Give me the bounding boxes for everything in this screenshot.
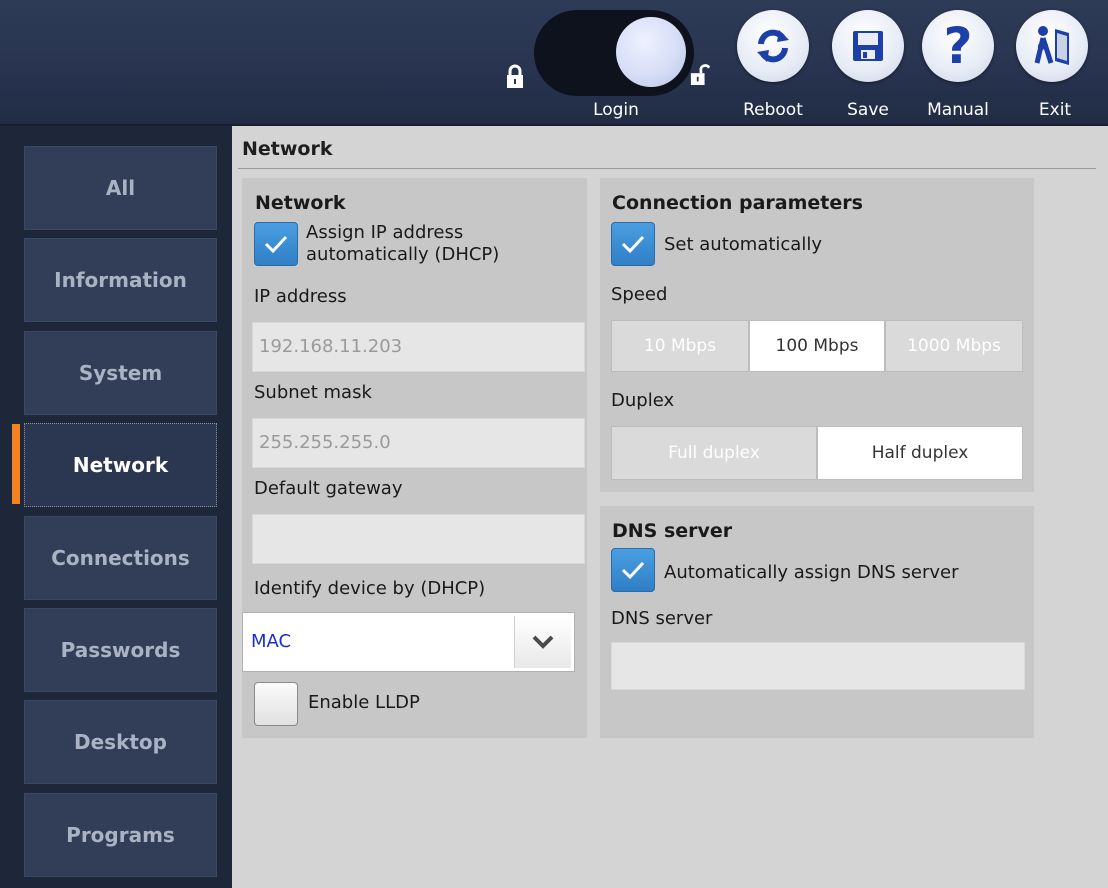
sidebar-item-network[interactable]: Network — [24, 423, 217, 507]
login-toggle-knob[interactable] — [616, 17, 686, 87]
reboot-button[interactable] — [737, 10, 809, 82]
checkmark-icon — [621, 235, 645, 254]
exit-label: Exit — [1038, 100, 1072, 120]
dns-panel: DNS server Automatically assign DNS serv… — [600, 506, 1034, 738]
reboot-icon — [757, 29, 789, 63]
lock-closed-icon — [507, 64, 523, 88]
sidebar-item-all[interactable]: All — [24, 146, 217, 230]
sidebar-item-passwords[interactable]: Passwords — [24, 608, 217, 692]
exit-icon — [1034, 26, 1069, 65]
speed-label: Speed — [611, 284, 668, 305]
dns-server-label: DNS server — [611, 608, 713, 629]
identify-device-select[interactable]: MAC — [242, 612, 575, 672]
subnet-mask-field[interactable]: 255.255.255.0 — [252, 418, 585, 468]
connection-panel: Connection parameters Set automatically … — [600, 178, 1034, 492]
sidebar-item-desktop[interactable]: Desktop — [24, 700, 217, 784]
title-divider — [238, 168, 1096, 169]
sidebar-item-system[interactable]: System — [24, 331, 217, 415]
connection-auto-label: Set automatically — [664, 234, 822, 255]
half-duplex-button[interactable]: Half duplex — [817, 426, 1023, 480]
connection-auto-checkbox[interactable] — [611, 222, 655, 266]
dhcp-label: Assign IP address automatically (DHCP) — [306, 222, 500, 265]
sidebar-item-information[interactable]: Information — [24, 238, 217, 322]
speed-10-button[interactable]: 10 Mbps — [611, 320, 749, 372]
sidebar-item-connections[interactable]: Connections — [24, 516, 217, 600]
top-toolbar: Login Reboot Save ? Manual Exit — [0, 0, 1108, 126]
default-gateway-field[interactable] — [252, 514, 585, 564]
subnet-mask-label: Subnet mask — [254, 382, 372, 403]
dns-auto-label: Automatically assign DNS server — [664, 562, 959, 583]
checkmark-icon — [264, 235, 288, 254]
manual-label: Manual — [927, 100, 989, 120]
lock-open-icon — [690, 64, 710, 85]
speed-1000-button[interactable]: 1000 Mbps — [885, 320, 1023, 372]
page-title: Network — [242, 138, 333, 160]
checkmark-icon — [621, 561, 645, 580]
active-item-marker — [12, 424, 20, 504]
ip-address-label: IP address — [254, 286, 347, 307]
dhcp-checkbox[interactable] — [254, 222, 298, 266]
dns-server-field[interactable] — [611, 642, 1025, 690]
lldp-label: Enable LLDP — [308, 692, 420, 713]
content-area: Network Network Assign IP address automa… — [232, 126, 1108, 888]
speed-100-button[interactable]: 100 Mbps — [749, 320, 885, 372]
chevron-down-icon[interactable] — [514, 616, 571, 668]
save-icon — [853, 31, 883, 61]
exit-button[interactable] — [1016, 10, 1088, 82]
ip-address-field[interactable]: 192.168.11.203 — [252, 322, 585, 372]
save-label: Save — [847, 100, 889, 120]
dns-panel-title: DNS server — [612, 520, 733, 542]
full-duplex-button[interactable]: Full duplex — [611, 426, 817, 480]
duplex-label: Duplex — [611, 390, 675, 411]
sidebar-item-programs[interactable]: Programs — [24, 793, 217, 877]
identify-device-value: MAC — [251, 631, 292, 652]
network-panel-title: Network — [255, 192, 346, 214]
save-button[interactable] — [832, 10, 904, 82]
dns-auto-checkbox[interactable] — [611, 548, 655, 592]
lldp-checkbox[interactable] — [254, 682, 298, 726]
manual-button[interactable]: ? — [922, 10, 994, 82]
default-gateway-label: Default gateway — [254, 478, 403, 499]
reboot-label: Reboot — [743, 100, 803, 120]
sidebar: All Information System Network Connectio… — [0, 126, 232, 888]
connection-panel-title: Connection parameters — [612, 192, 863, 214]
help-icon: ? — [943, 17, 973, 75]
login-label: Login — [593, 100, 639, 120]
identify-device-label: Identify device by (DHCP) — [254, 578, 486, 599]
